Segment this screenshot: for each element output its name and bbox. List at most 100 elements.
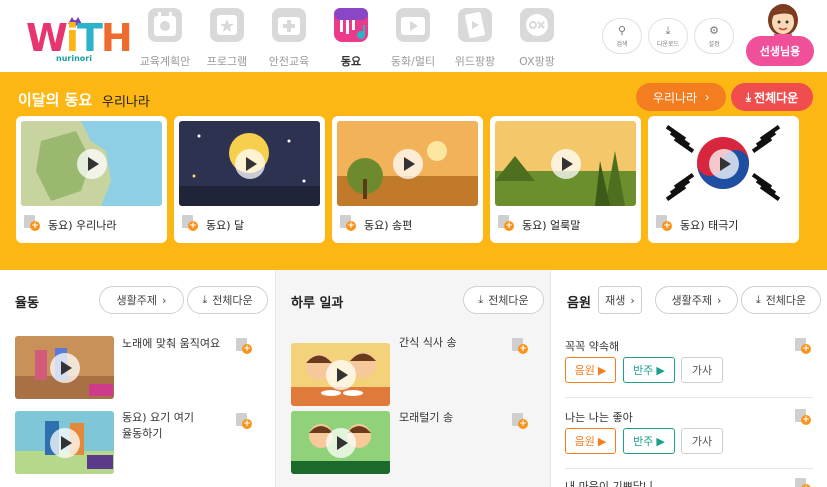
nav-songs[interactable]: 동요 (320, 6, 382, 70)
chevron-right-icon: › (162, 293, 167, 307)
program-icon (210, 8, 244, 42)
download-all-button[interactable]: ⤓ 전체다운 (741, 286, 821, 314)
tv-icon (396, 8, 430, 42)
topic-button[interactable]: 생활주제 › (99, 286, 184, 314)
nav-label: 동요 (340, 55, 362, 68)
song-card[interactable]: + 동요) 얼룩말 (490, 116, 641, 243)
play-all-button[interactable]: 재생 › (598, 286, 642, 314)
nav-label: 동화/멀티 (390, 55, 436, 68)
accompaniment-button[interactable]: 반주 ▶ (623, 357, 675, 383)
download-all-button[interactable]: ⤓ 전체다운 (463, 286, 544, 314)
nav-ox-pangpang[interactable]: OX팡팡 (506, 6, 568, 70)
add-to-list-icon[interactable]: + (236, 338, 252, 354)
download-button[interactable]: ⤓ 다운로드 (648, 18, 688, 54)
play-icon: ▶ (656, 434, 665, 448)
download-icon[interactable] (49, 427, 80, 458)
nav-lesson-plan[interactable]: 교육계획안 (134, 6, 196, 70)
add-to-list-icon[interactable]: + (512, 413, 528, 429)
video-thumbnail[interactable] (15, 411, 114, 474)
play-icon: ▶ (597, 363, 607, 377)
download-all-button[interactable]: ⤓ 전체다운 (187, 286, 268, 314)
topic-label: 생활주제 (116, 294, 158, 307)
add-to-list-icon[interactable]: + (795, 409, 811, 425)
add-to-list-icon[interactable]: + (24, 215, 40, 231)
card-title: 동요) 송편 (364, 219, 413, 232)
play-icon[interactable] (325, 359, 356, 390)
accompaniment-button[interactable]: 반주 ▶ (623, 428, 675, 454)
source-button[interactable]: 음원 ▶ (565, 357, 616, 383)
download-icon: ⤓ (478, 293, 484, 306)
main-nav: 교육계획안 프로그램 안전교육 동요 동화/멀티 위드팡팡 OX팡팡 (134, 6, 568, 70)
section-title: 음원 (567, 296, 591, 311)
card-title: 동요) 달 (206, 219, 245, 232)
with-logo[interactable]: WiTH nurinori (26, 10, 133, 64)
video-thumbnail (653, 121, 794, 206)
video-title: 동요) 요기 여기 율동하기 (122, 411, 195, 440)
divider (565, 468, 813, 469)
song-card[interactable]: + 동요) 달 (174, 116, 325, 243)
search-icon: ⚲ (617, 23, 627, 37)
download-icon: ⤓ (665, 23, 671, 37)
song-card[interactable]: + 동요) 송편 (332, 116, 483, 243)
play-icon[interactable] (392, 148, 423, 179)
topic-button[interactable]: 생활주제 › (655, 286, 738, 314)
nav-safety[interactable]: 안전교육 (258, 6, 320, 70)
add-to-list-icon[interactable]: + (656, 215, 672, 231)
song-card[interactable]: + 동요) 태극기 (648, 116, 799, 243)
first-aid-icon (272, 8, 306, 42)
nav-label: 안전교육 (268, 55, 310, 68)
tool-label: 설정 (708, 40, 720, 48)
add-to-list-icon[interactable]: + (236, 413, 252, 429)
lyrics-label: 가사 (691, 435, 713, 448)
accomp-label: 반주 (633, 435, 654, 448)
teacher-mode-button[interactable]: 선생님용 (746, 36, 814, 66)
download-icon: ⤓ (755, 293, 761, 306)
play-icon[interactable] (234, 148, 265, 179)
video-thumbnail[interactable] (291, 411, 390, 474)
theme-label: 우리나라 (652, 90, 698, 105)
video-thumbnail (337, 121, 478, 206)
theme-button[interactable]: 우리나라 › (636, 83, 726, 111)
search-button[interactable]: ⚲ 검색 (602, 18, 642, 54)
download-icon: ⤓ (202, 293, 208, 306)
settings-button[interactable]: ⚙ 설정 (694, 18, 734, 54)
video-title: 간식 식사 송 (399, 336, 457, 349)
lyrics-button[interactable]: 가사 (681, 428, 723, 454)
play-icon[interactable] (325, 427, 356, 458)
nav-with-pangpang[interactable]: 위드팡팡 (444, 6, 506, 70)
source-button[interactable]: 음원 ▶ (565, 428, 616, 454)
card-title: 동요) 얼룩말 (522, 219, 581, 232)
video-thumbnail[interactable] (291, 343, 390, 406)
download-all-label: 전체다운 (212, 294, 253, 307)
play-icon[interactable] (76, 148, 107, 179)
music-icon (334, 8, 368, 42)
add-to-list-icon[interactable]: + (498, 215, 514, 231)
track-title: 나는 나는 좋아 (565, 411, 633, 424)
video-thumbnail[interactable] (15, 336, 114, 399)
download-all-button[interactable]: ⤓ 전체다운 (731, 83, 813, 111)
play-icon: ▶ (597, 434, 607, 448)
play-icon[interactable] (550, 148, 581, 179)
video-title: 노래에 맞춰 움직여요 (122, 337, 221, 350)
song-card[interactable]: + 동요) 우리나라 (16, 116, 167, 243)
nav-label: OX팡팡 (519, 55, 555, 68)
source-label: 음원 (574, 364, 595, 377)
tool-label: 다운로드 (656, 40, 680, 48)
add-to-list-icon[interactable]: + (795, 478, 811, 487)
download-all-label: 전체다운 (488, 294, 529, 307)
gear-icon: ⚙ (709, 23, 719, 37)
section-title: 율동 (15, 296, 39, 311)
add-to-list-icon[interactable]: + (340, 215, 356, 231)
video-title: 모래털기 송 (399, 411, 454, 424)
nav-story[interactable]: 동화/멀티 (382, 6, 444, 70)
play-icon[interactable] (708, 148, 739, 179)
play-icon[interactable] (49, 352, 80, 383)
add-to-list-icon[interactable]: + (795, 338, 811, 354)
add-to-list-icon[interactable]: + (182, 215, 198, 231)
calendar-icon (148, 8, 182, 42)
film-icon (458, 8, 492, 42)
nav-program[interactable]: 프로그램 (196, 6, 258, 70)
lyrics-button[interactable]: 가사 (681, 357, 723, 383)
add-to-list-icon[interactable]: + (512, 338, 528, 354)
video-thumbnail (179, 121, 320, 206)
